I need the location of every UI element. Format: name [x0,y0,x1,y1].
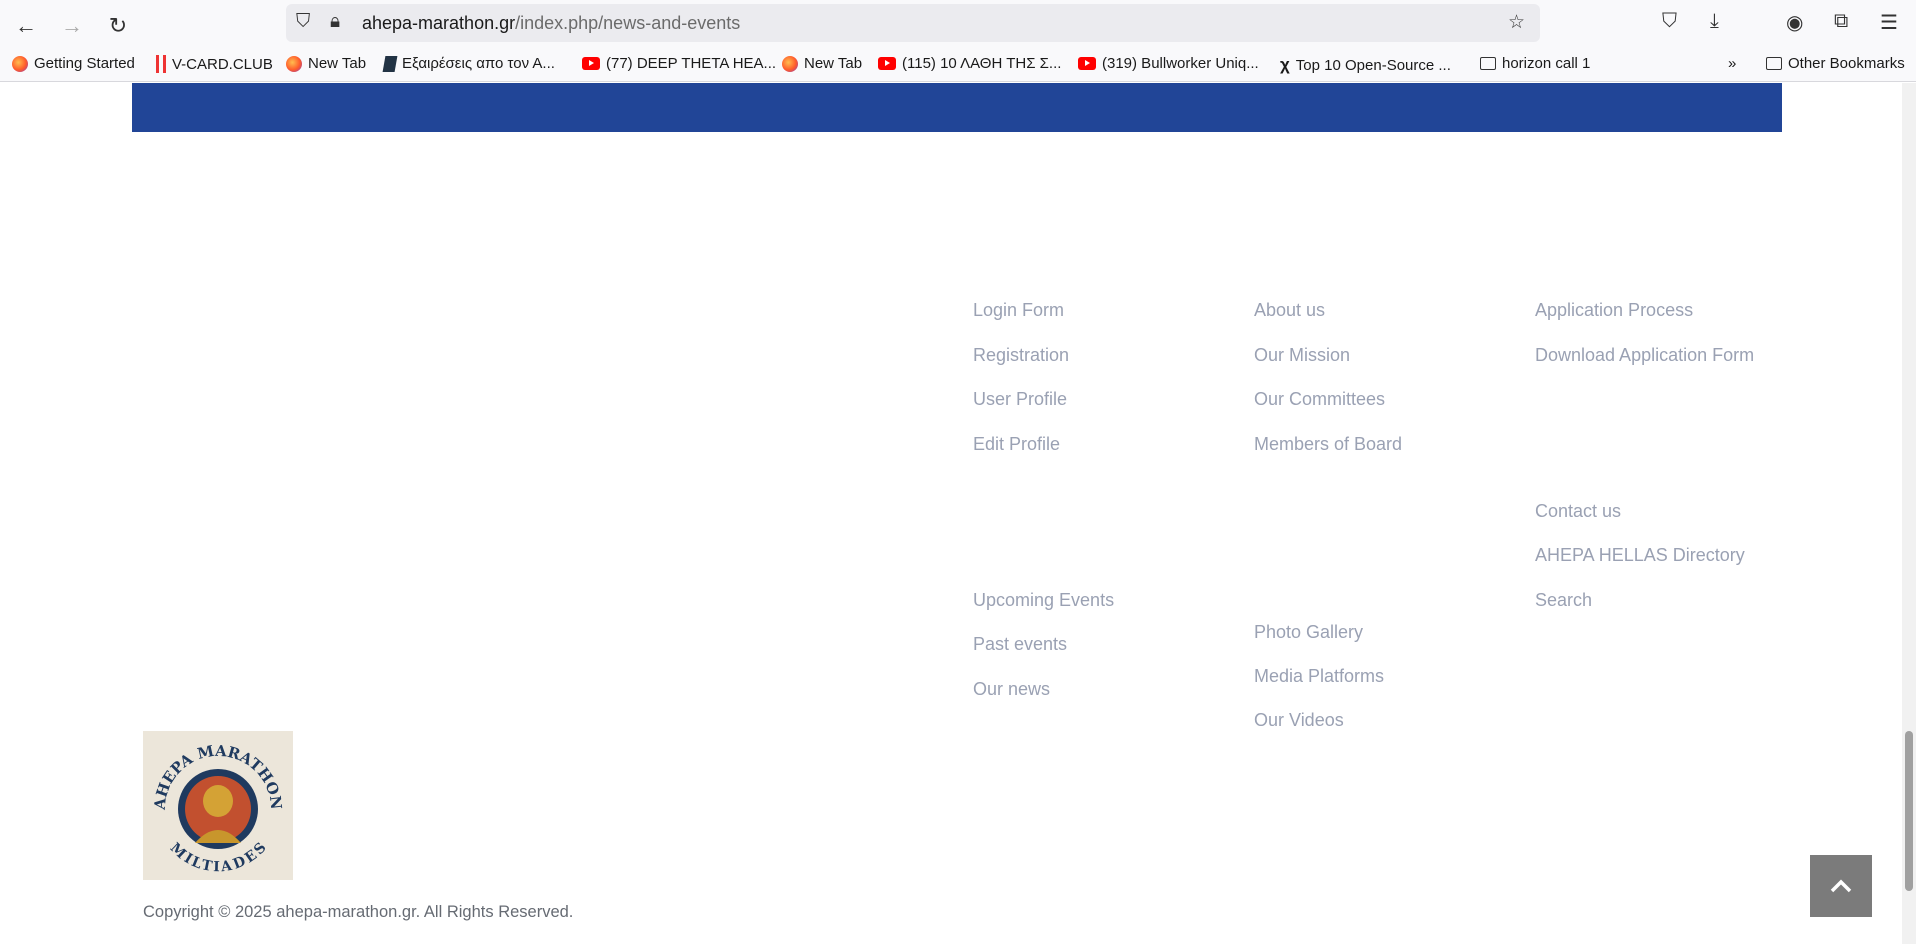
firefox-icon [782,55,798,72]
bookmark-label: Getting Started [34,55,135,72]
footer-link-application-process[interactable]: Application Process [1535,300,1693,321]
url-path: /index.php/news-and-events [515,13,741,33]
chevron-up-icon [1830,879,1852,893]
header-banner [132,83,1782,132]
firefox-icon [12,55,28,72]
bookmark-label: New Tab [804,55,863,72]
footer-link-user-profile[interactable]: User Profile [973,389,1067,410]
extensions-icon[interactable]: ⧉ [1834,10,1848,33]
bookmark-new-tab-2[interactable]: New Tab [782,55,862,72]
forward-button[interactable]: → [54,8,90,44]
page-scrollbar[interactable] [1902,83,1916,944]
firefox-icon [286,55,302,72]
bookmark-vcard[interactable]: V-CARD.CLUB [156,55,273,73]
bookmark-label: V-CARD.CLUB [172,55,273,73]
bookmark-new-tab[interactable]: New Tab [286,55,366,72]
footer-link-login-form[interactable]: Login Form [973,300,1064,321]
bookmark-horizon[interactable]: horizon call 1 [1480,55,1590,72]
footer-link-ahepa-hellas-directory[interactable]: AHEPA HELLAS Directory [1535,545,1745,566]
browser-toolbar: ← → ↻ ⛉ 🔒︎ ahepa-marathon.gr/index.php/n… [0,0,1916,82]
footer-link-edit-profile[interactable]: Edit Profile [973,434,1060,455]
youtube-icon [582,57,600,70]
footer-link-photo-gallery[interactable]: Photo Gallery [1254,622,1363,643]
bookmark-label: (115) 10 ΛΑΘΗ ΤΗΣ Σ... [902,55,1062,72]
footer-link-our-news[interactable]: Our news [973,679,1050,700]
bookmarks-overflow-button[interactable]: » [1728,55,1736,72]
bookmark-exaireseis[interactable]: Εξαιρέσεις απο τον Α... [382,55,555,72]
document-icon [382,55,398,72]
footer-link-members-of-board[interactable]: Members of Board [1254,434,1402,455]
bookmark-label: Other Bookmarks [1788,55,1905,72]
bookmark-label: New Tab [308,55,367,72]
bookmark-label: horizon call 1 [1502,55,1591,72]
star-bookmark-icon[interactable]: ☆ [1508,11,1525,34]
footer-link-past-events[interactable]: Past events [973,634,1067,655]
folder-icon [1480,57,1496,70]
bookmarks-bar: Getting Started V-CARD.CLUB New Tab Εξαι… [0,52,1916,80]
ahepa-marathon-logo[interactable]: AHEPA MARATHON MILTIADES [143,731,293,880]
bookmark-label: (77) DEEP THETA HEA... [606,55,777,72]
scrollbar-thumb[interactable] [1905,731,1913,891]
youtube-icon [1078,57,1096,70]
footer-link-our-mission[interactable]: Our Mission [1254,345,1350,366]
bookmark-deep-theta[interactable]: (77) DEEP THETA HEA... [582,55,776,72]
footer-link-our-videos[interactable]: Our Videos [1254,710,1344,731]
url-text[interactable]: ahepa-marathon.gr/index.php/news-and-eve… [362,13,740,34]
footer-link-registration[interactable]: Registration [973,345,1069,366]
youtube-icon [878,57,896,70]
folder-icon [1766,57,1782,70]
other-bookmarks[interactable]: Other Bookmarks [1766,55,1905,72]
menu-icon[interactable]: ☰ [1880,10,1898,35]
back-button[interactable]: ← [8,8,44,44]
bookmark-getting-started[interactable]: Getting Started [12,55,135,72]
download-icon[interactable]: ⤓ [1710,10,1719,33]
footer-link-upcoming-events[interactable]: Upcoming Events [973,590,1114,611]
footer-link-contact-us[interactable]: Contact us [1535,501,1621,522]
bookmark-label: Top 10 Open-Source ... [1295,56,1451,74]
footer-link-our-committees[interactable]: Our Committees [1254,389,1385,410]
address-bar[interactable]: ⛉ 🔒︎ ahepa-marathon.gr/index.php/news-an… [286,4,1540,42]
back-to-top-button[interactable] [1810,855,1872,917]
copyright-text: Copyright © 2025 ahepa-marathon.gr. All … [143,903,574,921]
footer-link-download-application-form[interactable]: Download Application Form [1535,345,1754,366]
footer-link-media-platforms[interactable]: Media Platforms [1254,666,1384,687]
reload-button[interactable]: ↻ [100,8,136,44]
bookmark-bullworker[interactable]: (319) Bullworker Uniq... [1078,55,1259,72]
footer-link-search[interactable]: Search [1535,590,1592,611]
bookmark-label: (319) Bullworker Uniq... [1102,55,1259,72]
url-domain: ahepa-marathon.gr [362,13,516,33]
bookmark-10-lathi[interactable]: (115) 10 ΛΑΘΗ ΤΗΣ Σ... [878,55,1061,72]
pocket-icon[interactable]: ⛉ [1662,10,1677,33]
footer-link-about-us[interactable]: About us [1254,300,1325,321]
lock-icon[interactable]: 🔒︎ [330,11,340,33]
chevrons-right-icon: » [1728,55,1737,72]
account-icon[interactable]: ◉ [1786,10,1803,35]
bookmark-label: Εξαιρέσεις απο τον Α... [402,55,555,72]
vcard-icon [156,55,166,73]
bookmark-top10[interactable]: χ Top 10 Open-Source ... [1280,55,1451,75]
shield-icon[interactable]: ⛉ [296,11,310,33]
x-icon: χ [1280,55,1290,74]
